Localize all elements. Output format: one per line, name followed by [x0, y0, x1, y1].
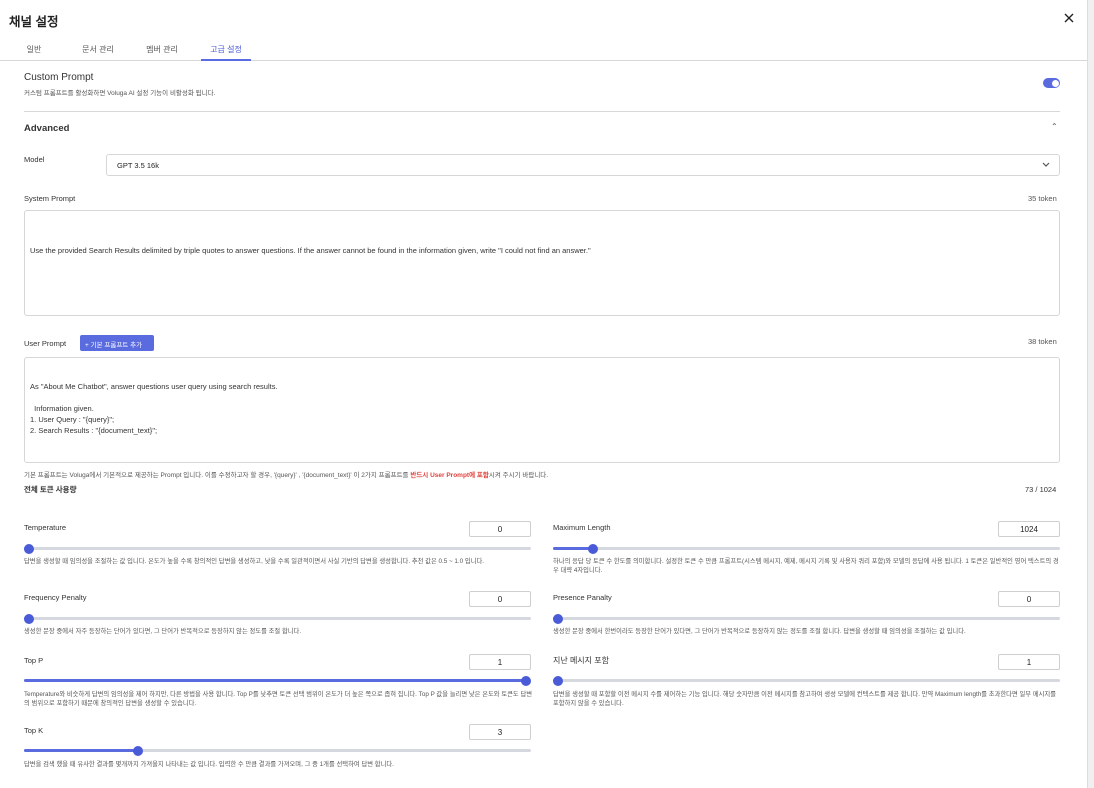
top-k-description: 답변을 검색 했을 때 유사한 결과를 몇개까지 가져올지 나타내는 값 입니다… — [24, 761, 394, 768]
model-select[interactable]: GPT 3.5 16k — [106, 154, 1060, 176]
chevron-up-icon[interactable]: ⌃ — [1051, 122, 1058, 131]
advanced-title: Advanced — [24, 123, 70, 134]
tab-advanced-settings[interactable]: 고급 설정 — [208, 44, 244, 55]
presence-penalty-label: Presence Panalty — [553, 593, 612, 602]
presence-penalty-slider[interactable] — [553, 613, 1060, 624]
temperature-description: 답변을 생성할 때 임의성을 조절하는 값 입니다. 온도가 높을 수록 창의적… — [24, 558, 485, 565]
prompt-notice-prefix: 기본 프롬프트는 Voluga에서 기본적으로 제공하는 Prompt 입니다.… — [24, 472, 411, 479]
total-token-label: 전체 토큰 사용량 — [24, 485, 77, 494]
tab-bar: 일반 문서 관리 멤버 관리 고급 설정 — [0, 36, 1088, 61]
max-length-description: 하나의 응답 당 토큰 수 한도를 의미합니다. 설정한 토큰 수 만큼 프롬프… — [553, 558, 1059, 574]
custom-prompt-toggle[interactable] — [1043, 78, 1060, 88]
user-prompt-token-count: 38 token — [1028, 337, 1057, 346]
custom-prompt-title: Custom Prompt — [24, 72, 94, 83]
section-divider — [24, 111, 1060, 112]
past-messages-description: 답변을 생성할 때 포함할 이전 메시지 수를 제어하는 기능 입니다. 해당 … — [553, 691, 1056, 707]
system-prompt-label: System Prompt — [24, 194, 76, 203]
top-k-label: Top K — [24, 726, 44, 735]
user-prompt-textarea[interactable]: As "About Me Chatbot", answer questions … — [24, 357, 1060, 463]
prompt-notice-suffix: 시켜 주시기 바랍니다. — [488, 472, 549, 479]
frequency-penalty-slider[interactable] — [24, 613, 531, 624]
active-tab-indicator — [201, 59, 251, 61]
top-k-slider[interactable] — [24, 745, 531, 756]
temperature-input[interactable]: 0 — [469, 521, 531, 537]
top-p-description: Temperature와 비슷하게 답변의 임의성을 제어 하지만, 다른 방법… — [24, 691, 533, 707]
close-icon[interactable] — [1062, 11, 1076, 25]
frequency-penalty-slider-thumb[interactable] — [24, 613, 34, 624]
presence-penalty-slider-thumb[interactable] — [553, 613, 563, 624]
temperature-slider-thumb[interactable] — [24, 543, 34, 554]
past-messages-slider-thumb[interactable] — [553, 675, 563, 686]
past-messages-input[interactable]: 1 — [998, 654, 1060, 670]
past-messages-slider[interactable] — [553, 675, 1060, 686]
max-length-slider-thumb[interactable] — [587, 543, 598, 554]
tab-documents[interactable]: 문서 관리 — [80, 44, 116, 55]
frequency-penalty-input[interactable]: 0 — [469, 591, 531, 607]
top-k-input[interactable]: 3 — [469, 724, 531, 740]
model-select-value: GPT 3.5 16k — [117, 161, 159, 170]
presence-penalty-description: 생성한 문장 중에서 한번이라도 등장한 단어가 있다면, 그 단어가 반복적으… — [553, 628, 966, 635]
channel-settings-dialog: 채널 설정 일반 문서 관리 멤버 관리 고급 설정 Custom Prompt… — [0, 0, 1088, 788]
top-k-slider-fill — [24, 749, 139, 752]
top-p-label: Top P — [24, 656, 44, 665]
temperature-label: Temperature — [24, 523, 67, 532]
max-length-slider-fill — [553, 547, 593, 550]
presence-penalty-input[interactable]: 0 — [998, 591, 1060, 607]
custom-prompt-description: 커스텀 프롬프트를 활성화하면 Voluga AI 설정 기능이 비활성화 됩니… — [24, 90, 216, 97]
tab-general[interactable]: 일반 — [22, 44, 46, 55]
add-default-prompt-button[interactable]: + 기본 프롬프트 추가 — [80, 335, 154, 351]
temperature-slider[interactable] — [24, 543, 531, 554]
model-label: Model — [24, 155, 45, 164]
max-length-label: Maximum Length — [553, 523, 611, 532]
dialog-title: 채널 설정 — [9, 15, 59, 29]
top-p-input[interactable]: 1 — [469, 654, 531, 670]
max-length-input[interactable]: 1024 — [998, 521, 1060, 537]
system-prompt-textarea[interactable]: Use the provided Search Results delimite… — [24, 210, 1060, 316]
dialog-header: 채널 설정 — [0, 0, 1088, 36]
top-p-slider[interactable] — [24, 675, 531, 686]
total-token-value: 73 / 1024 — [1025, 485, 1057, 494]
top-p-slider-fill — [24, 679, 526, 682]
top-k-slider-thumb[interactable] — [133, 745, 144, 756]
past-messages-label: 지난 메시지 포함 — [553, 656, 609, 665]
prompt-notice-emphasis: 반드시 User Prompt에 포함 — [410, 472, 489, 479]
chevron-down-icon — [1042, 162, 1050, 167]
system-prompt-token-count: 35 token — [1028, 194, 1057, 203]
tab-members[interactable]: 멤버 관리 — [144, 44, 180, 55]
page-scrollbar[interactable] — [1088, 0, 1094, 788]
frequency-penalty-label: Frequency Penalty — [24, 593, 87, 602]
user-prompt-label: User Prompt — [24, 339, 67, 348]
prompt-notice: 기본 프롬프트는 Voluga에서 기본적으로 제공하는 Prompt 입니다.… — [24, 469, 548, 479]
max-length-slider[interactable] — [553, 543, 1060, 554]
top-p-slider-thumb[interactable] — [521, 675, 531, 686]
frequency-penalty-description: 생성한 문장 중에서 자주 등장하는 단어가 있다면, 그 단어가 반복적으로 … — [24, 628, 302, 635]
